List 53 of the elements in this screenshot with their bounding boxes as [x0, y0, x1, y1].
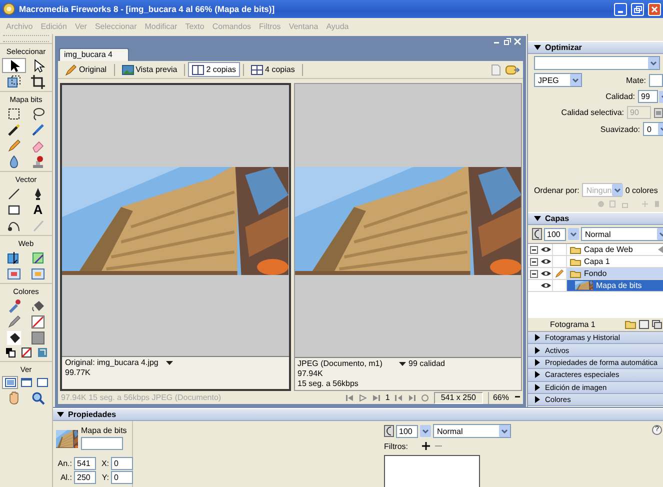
- color-count: 0 colores: [625, 186, 658, 194]
- field-label: Calidad:: [606, 92, 635, 101]
- field-label: Calidad selectiva:: [561, 108, 624, 117]
- size-label: 97.94K: [298, 369, 324, 379]
- view-tab[interactable]: Vista previa: [118, 62, 182, 77]
- field-label: Mate:: [626, 76, 646, 84]
- frame-label[interactable]: Fotograma 1: [550, 320, 596, 329]
- layer-row[interactable]: Capa de Web: [528, 244, 663, 256]
- panel-header[interactable]: Optimizar: [528, 41, 663, 54]
- filters-label: Filtros:: [384, 442, 408, 451]
- field-label: Ordenar por:: [534, 186, 580, 194]
- blend-mode-dropdown[interactable]: Normal: [581, 227, 663, 241]
- text-tool[interactable]: A: [26, 202, 50, 217]
- canvas-size: 541 x 250: [434, 392, 483, 404]
- value-field[interactable]: 541: [74, 457, 96, 470]
- layer-name[interactable]: Capa 1: [584, 257, 610, 266]
- zoom-dropdown[interactable]: 66%: [488, 392, 520, 404]
- field-label: Suavizado:: [600, 124, 640, 134]
- quality-label: 99 calidad: [408, 359, 445, 369]
- layer-name[interactable]: Capa de Web: [584, 245, 633, 254]
- panel-header[interactable]: Propiedades: [53, 408, 663, 421]
- value-field[interactable]: 250: [74, 471, 96, 484]
- panel-title: Propiedades: [68, 410, 116, 419]
- layer-name[interactable]: Fondo: [584, 269, 607, 278]
- format-label: Original: img_bucara 4.jpg: [65, 358, 160, 368]
- object-type: Mapa de bits: [81, 426, 127, 435]
- blend-mode-dropdown[interactable]: Normal: [433, 424, 511, 438]
- view-tab[interactable]: 4 copias: [247, 62, 299, 77]
- size-label: 99.77K: [65, 368, 92, 378]
- panel-title: Capas: [545, 214, 570, 223]
- field-label: Al.:: [59, 473, 72, 482]
- format-dropdown[interactable]: JPEG: [534, 73, 582, 87]
- view-tab[interactable]: Original: [61, 62, 111, 77]
- panel-header[interactable]: Capas: [528, 212, 663, 225]
- field-label: An.:: [56, 459, 72, 468]
- smoothing-dropdown[interactable]: 0: [643, 122, 663, 136]
- preview-pane[interactable]: Original: img_bucara 4.jpg 99.77K: [60, 83, 290, 391]
- format-label: JPEG (Documento, m1): [298, 359, 384, 369]
- status-text: 97.94K 15 seg. a 56kbps JPEG (Documento): [61, 393, 222, 402]
- panel-title: Optimizar: [545, 43, 582, 52]
- value-field[interactable]: 0: [111, 457, 133, 470]
- value-field[interactable]: 0: [111, 471, 133, 484]
- frame-number: 1: [385, 393, 390, 402]
- field-label: X:: [100, 459, 109, 468]
- opacity-field[interactable]: 100: [544, 228, 566, 240]
- document-tab[interactable]: img_bucara 4: [59, 48, 130, 61]
- size-label: 15 seg. a 56kbps: [298, 379, 360, 389]
- value-field[interactable]: 99: [638, 90, 658, 103]
- view-tab[interactable]: 2 copias: [188, 62, 240, 77]
- preview-pane[interactable]: JPEG (Documento, m1) 99 calidad 97.94K 15 seg. a 56kbps: [294, 83, 522, 391]
- window-title: Macromedia Fireworks 8 - [img_bucara 4 al 66% (Mapa de bits)]: [19, 4, 276, 14]
- opacity-field[interactable]: 100: [396, 424, 418, 438]
- field-label: Y:: [100, 473, 109, 482]
